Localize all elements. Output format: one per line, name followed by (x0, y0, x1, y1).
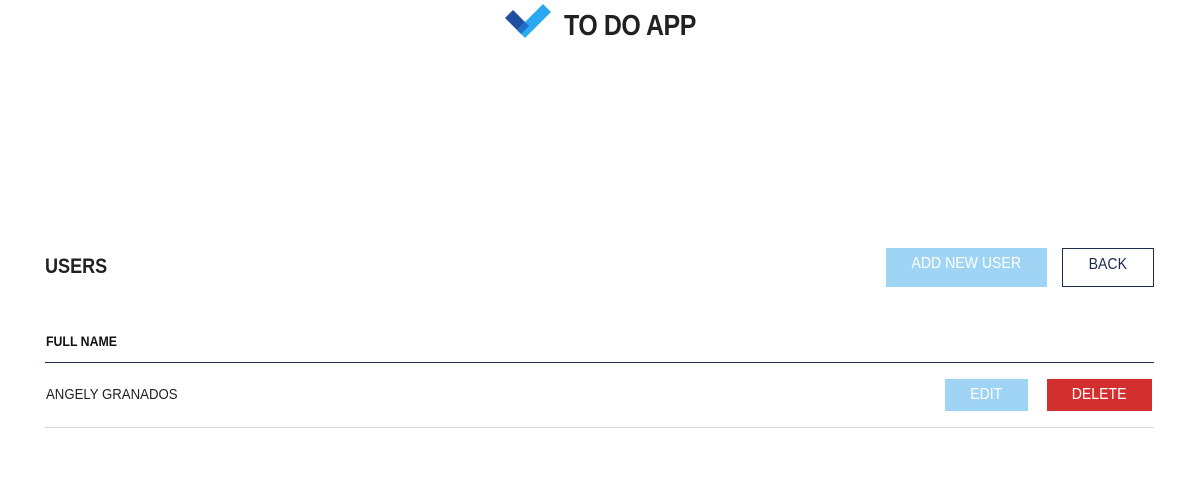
users-section-title: USERS (45, 255, 108, 278)
add-new-user-label: ADD NEW USER (911, 254, 1022, 272)
back-label: BACK (1088, 256, 1128, 273)
app-title: TO DO APP (564, 10, 696, 42)
delete-button[interactable]: DELETE (1047, 379, 1152, 411)
page: TO DO APP USERS ADD NEW USER BACK FULL N… (0, 0, 1198, 501)
app-header: TO DO APP (0, 0, 1198, 50)
table-row: ANGELY GRANADOS EDIT DELETE (45, 363, 1154, 428)
user-full-name: ANGELY GRANADOS (46, 386, 178, 403)
edit-button[interactable]: EDIT (945, 379, 1028, 411)
back-button[interactable]: BACK (1062, 248, 1154, 287)
column-header-full-name: FULL NAME (46, 333, 117, 349)
checkmark-icon (505, 4, 551, 38)
users-table: FULL NAME ANGELY GRANADOS EDIT DELETE (45, 320, 1154, 428)
delete-label: DELETE (1072, 386, 1127, 403)
table-header: FULL NAME (45, 320, 1154, 363)
add-new-user-button[interactable]: ADD NEW USER (886, 248, 1047, 287)
edit-label: EDIT (970, 386, 1003, 403)
